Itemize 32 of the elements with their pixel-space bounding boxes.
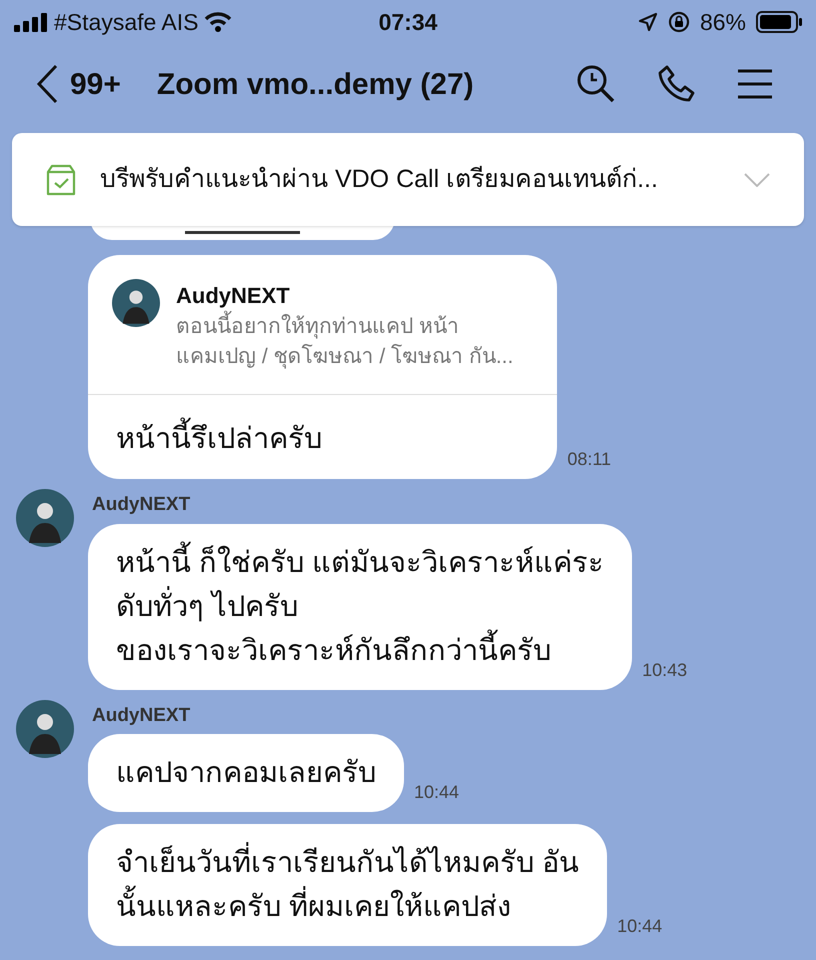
rotation-lock-icon [668,11,690,33]
quoted-text: ตอนนี้อยากให้ทุกท่านแคป หน้า แคมเปญ / ชุดโฆษณา / โฆษณา กัน... [176,312,534,372]
message-time: 10:44 [617,915,662,938]
search-icon[interactable] [576,64,616,104]
signal-icon [14,12,48,32]
back-button[interactable]: 99+ [36,62,121,106]
clock-time: 07:34 [378,8,438,37]
check-bag-icon [46,164,76,196]
avatar[interactable] [16,700,74,758]
message-text: แคปจากคอมเลยครับ [115,756,377,791]
quoted-sender: AudyNEXT [176,282,291,310]
message-text: จำเย็นวันที่เราเรียนกันได้ไหมครับ อัน นั้นแหละครับ ที่ผมเคยให้แคปส่ง [88,824,608,946]
wifi-icon [204,11,232,33]
chat-title: Zoom vmo...demy (27) [156,66,474,102]
message-time: 10:44 [414,781,460,804]
phone-icon[interactable] [658,65,696,103]
menu-icon[interactable] [738,69,772,99]
message-text: หน้านี้รึเปล่าครับ [88,395,558,479]
battery-icon [756,11,802,33]
avatar[interactable] [112,279,160,327]
announcement-text: บรีพรับคำแนะนำผ่าน VDO Call เตรียมคอนเทนต์ก่... [100,164,658,195]
announcement-banner[interactable]: บรีพรับคำแนะนำผ่าน VDO Call เตรียมคอนเทนต์ก่... [12,133,804,226]
avatar[interactable] [16,489,74,547]
back-chevron-icon [36,64,58,104]
battery-percent: 86% [700,8,746,37]
message-time: 08:11 [567,448,612,471]
location-arrow-icon [638,12,658,32]
sender-name: AudyNEXT [92,493,192,517]
carrier-name: #Staysafe AIS [54,8,198,37]
sender-name: AudyNEXT [92,704,192,728]
message-text: หน้านี้ ก็ใช่ครับ แต่มันจะวิเคราะห์แค่ระ ดับทั่วๆ ไปครับ ของเราจะวิเคราะห์กันลึกกว่านี้ครับ [88,524,632,690]
message-time: 10:43 [642,658,688,682]
